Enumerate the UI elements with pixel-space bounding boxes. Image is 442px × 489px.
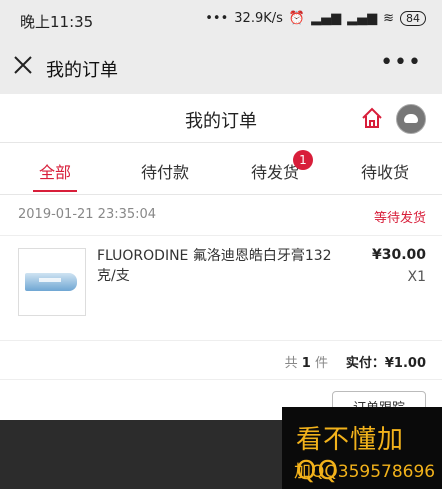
- tab-pending-shipment[interactable]: 待发货 1: [220, 150, 330, 183]
- nav-bar: 我的订单 •••: [0, 40, 442, 94]
- tab-label: 待付款: [140, 163, 189, 182]
- toothpaste-image: [25, 273, 77, 291]
- product-image: [18, 248, 86, 316]
- page-header: 我的订单: [0, 94, 442, 143]
- more-dots-icon: •••: [205, 11, 229, 26]
- clock: 晚上11:35: [20, 13, 94, 31]
- tab-underline: [33, 190, 77, 192]
- item-count: 共 1 件: [284, 356, 328, 371]
- product-name: FLUORODINE 氟洛迪恩皓白牙膏132克/支: [97, 248, 332, 284]
- paid-amount: 实付：¥1.00: [345, 356, 426, 371]
- wifi-icon: ≋: [383, 11, 394, 26]
- order-date: 2019-01-21 23:35:04: [18, 207, 157, 222]
- order-page: 我的订单 全部 待付款 待发货 1 待收货 2019-01-21 23:35:0…: [0, 94, 442, 427]
- order-tabs: 全部 待付款 待发货 1 待收货: [0, 142, 442, 195]
- status-bar: 晚上11:35 ••• 32.9K/s ⏰ ▂▄▆ ▂▄▆ ≋ 84: [0, 0, 442, 40]
- tab-label: 待发货: [250, 163, 299, 182]
- avatar[interactable]: [396, 104, 426, 134]
- alarm-icon: ⏰: [288, 11, 306, 26]
- order-header: 2019-01-21 23:35:04 等待发货: [0, 195, 442, 236]
- order-item[interactable]: FLUORODINE 氟洛迪恩皓白牙膏132克/支 ¥30.00 X1: [0, 236, 442, 341]
- tab-all[interactable]: 全部: [0, 159, 110, 192]
- more-menu-icon[interactable]: •••: [380, 50, 422, 75]
- home-icon[interactable]: [360, 106, 384, 130]
- tab-pending-payment[interactable]: 待付款: [110, 159, 220, 183]
- signal-2-icon: ▂▄▆: [347, 11, 378, 26]
- product-price: ¥30.00: [371, 247, 426, 263]
- count-badge: 1: [293, 150, 313, 170]
- promo-line-2: 加QQ359578696: [294, 462, 436, 482]
- close-icon[interactable]: [12, 54, 34, 76]
- battery-icon: 84: [400, 11, 426, 26]
- order-summary: 共 1 件 实付：¥1.00: [0, 341, 442, 380]
- nav-title: 我的订单: [46, 60, 118, 81]
- promo-watermark: 看不懂加QQ 加QQ359578696: [282, 407, 442, 489]
- network-speed: 32.9K/s: [234, 11, 283, 26]
- signal-icon: ▂▄▆: [311, 11, 342, 26]
- product-quantity: X1: [407, 269, 427, 285]
- tab-label: 全部: [38, 163, 71, 182]
- order-status: 等待发货: [373, 211, 426, 226]
- status-icons: ••• 32.9K/s ⏰ ▂▄▆ ▂▄▆ ≋ 84: [205, 11, 426, 26]
- tab-pending-receipt[interactable]: 待收货: [330, 159, 440, 183]
- tab-label: 待收货: [360, 163, 409, 182]
